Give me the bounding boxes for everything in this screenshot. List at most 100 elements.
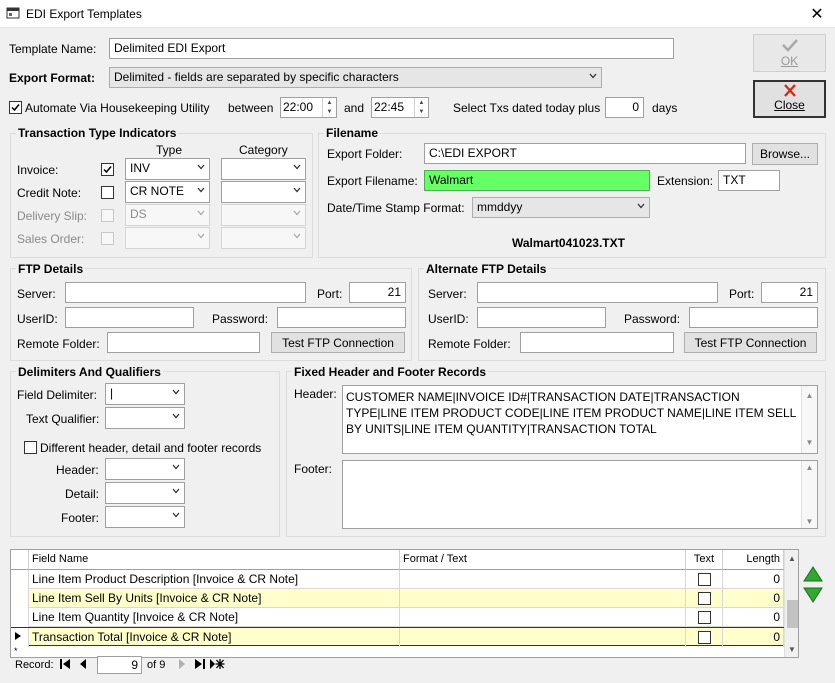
automate-checkbox[interactable]: [9, 101, 22, 114]
sales-order-checkbox[interactable]: [101, 232, 114, 245]
grid-header-format[interactable]: Format / Text: [400, 550, 686, 570]
scroll-down-icon[interactable]: ▼: [785, 645, 798, 654]
extension-input[interactable]: TXT: [718, 170, 780, 191]
scroll-thumb[interactable]: [787, 600, 798, 628]
grid-scrollbar[interactable]: ▲ ▼: [784, 550, 798, 657]
template-name-input[interactable]: Delimited EDI Export: [109, 38, 674, 59]
credit-note-type-select[interactable]: CR NOTE: [125, 181, 210, 203]
credit-note-category-select[interactable]: [221, 181, 306, 203]
scroll-up-icon[interactable]: ▲: [785, 554, 798, 563]
text-checkbox[interactable]: [697, 573, 711, 586]
test-alt-ftp-button[interactable]: Test FTP Connection: [684, 332, 817, 353]
ftp-server-input[interactable]: [65, 282, 306, 303]
alt-ftp-password-input[interactable]: [689, 307, 818, 328]
browse-button[interactable]: Browse...: [752, 143, 818, 165]
sales-order-category-select[interactable]: [221, 227, 306, 249]
delivery-slip-category-select[interactable]: [221, 204, 306, 226]
grid-header-length[interactable]: Length: [723, 550, 784, 570]
ftp-password-input[interactable]: [277, 307, 406, 328]
date-stamp-label: Date/Time Stamp Format:: [327, 201, 465, 215]
move-up-arrow-icon[interactable]: [803, 566, 823, 582]
credit-note-checkbox[interactable]: [101, 186, 114, 199]
table-row[interactable]: Line Item Sell By Units [Invoice & CR No…: [11, 589, 784, 608]
length-cell[interactable]: 0: [723, 608, 784, 627]
text-checkbox[interactable]: [697, 631, 711, 644]
format-cell[interactable]: [400, 608, 686, 627]
row-selector[interactable]: [11, 628, 29, 647]
alt-ftp-remote-folder-input[interactable]: [520, 332, 674, 353]
invoice-type-select[interactable]: INV: [125, 158, 210, 180]
delim-detail-select[interactable]: [105, 482, 185, 504]
field-name-cell[interactable]: Transaction Total [Invoice & CR Note]: [29, 628, 400, 647]
prev-record-icon[interactable]: [78, 658, 88, 673]
new-record-icon[interactable]: [209, 658, 225, 673]
ftp-user-input[interactable]: [65, 307, 194, 328]
alt-ftp-user-input[interactable]: [477, 307, 606, 328]
row-selector[interactable]: [11, 570, 29, 589]
record-number-input[interactable]: 9: [97, 656, 142, 674]
export-format-select[interactable]: Delimited - fields are separated by spec…: [109, 67, 602, 88]
header-scrollbar[interactable]: ▲ ▼: [801, 386, 817, 453]
length-cell[interactable]: 0: [723, 589, 784, 608]
start-time-input[interactable]: 22:00 ▲ ▼: [280, 97, 337, 118]
ok-button[interactable]: OK: [753, 34, 826, 72]
current-row-arrow-icon: [14, 630, 22, 644]
length-cell[interactable]: 0: [723, 570, 784, 589]
start-time-spinner[interactable]: ▲ ▼: [322, 98, 336, 117]
format-cell[interactable]: [400, 589, 686, 608]
alt-ftp-port-input[interactable]: 21: [761, 282, 818, 303]
invoice-category-select[interactable]: [221, 158, 306, 180]
grid-header-field-name[interactable]: Field Name: [29, 550, 400, 570]
format-cell[interactable]: [400, 628, 686, 647]
length-cell[interactable]: 0: [723, 628, 784, 647]
row-selector[interactable]: [11, 589, 29, 608]
text-checkbox[interactable]: [697, 592, 711, 605]
next-record-icon[interactable]: [177, 658, 187, 673]
records-footer-label: Footer:: [294, 462, 333, 476]
test-ftp-button[interactable]: Test FTP Connection: [271, 332, 405, 353]
export-folder-input[interactable]: C:\EDI EXPORT: [424, 143, 746, 164]
window-close-button[interactable]: ✕: [806, 4, 828, 24]
delivery-slip-checkbox[interactable]: [101, 209, 114, 222]
invoice-checkbox[interactable]: [101, 163, 114, 176]
delim-footer-select[interactable]: [105, 506, 185, 528]
sales-order-type-select[interactable]: [125, 227, 210, 249]
date-stamp-select[interactable]: mmddyy: [472, 197, 650, 218]
field-name-cell[interactable]: Line Item Product Description [Invoice &…: [29, 570, 400, 589]
end-time-input[interactable]: 22:45 ▲ ▼: [371, 97, 429, 118]
first-record-icon[interactable]: [59, 658, 73, 673]
format-cell[interactable]: [400, 570, 686, 589]
delivery-slip-type-select[interactable]: DS: [125, 204, 210, 226]
move-down-arrow-icon[interactable]: [803, 587, 823, 603]
chevron-down-icon: [197, 232, 205, 240]
records-footer-textarea[interactable]: ▲ ▼: [342, 460, 818, 529]
invoice-label: Invoice:: [17, 163, 59, 177]
footer-scrollbar[interactable]: ▲ ▼: [801, 461, 817, 528]
grid-header-text[interactable]: Text: [686, 550, 723, 570]
records-header-textarea[interactable]: CUSTOMER NAME|INVOICE ID#|TRANSACTION DA…: [342, 385, 818, 454]
text-checkbox[interactable]: [697, 611, 711, 624]
export-filename-input[interactable]: Walmart: [424, 170, 650, 191]
table-row[interactable]: Line Item Product Description [Invoice &…: [11, 570, 784, 589]
alt-ftp-server-input[interactable]: [477, 282, 718, 303]
delim-header-select[interactable]: [105, 458, 185, 480]
ftp-port-input[interactable]: 21: [349, 282, 406, 303]
row-selector[interactable]: [11, 608, 29, 627]
end-time-spinner[interactable]: ▲ ▼: [414, 98, 428, 117]
delivery-slip-type-value: DS: [130, 207, 147, 221]
table-row-current[interactable]: Transaction Total [Invoice & CR Note] 0: [11, 627, 784, 647]
days-input[interactable]: 0: [605, 97, 644, 118]
field-name-cell[interactable]: Line Item Sell By Units [Invoice & CR No…: [29, 589, 400, 608]
text-cell[interactable]: [686, 589, 723, 608]
close-button[interactable]: Close: [753, 80, 826, 118]
last-record-icon[interactable]: [193, 658, 207, 673]
different-records-checkbox[interactable]: [24, 441, 37, 454]
field-name-cell[interactable]: Line Item Quantity [Invoice & CR Note]: [29, 608, 400, 627]
table-row[interactable]: Line Item Quantity [Invoice & CR Note] 0: [11, 608, 784, 627]
ftp-remote-folder-input[interactable]: [107, 332, 260, 353]
text-cell[interactable]: [686, 628, 723, 647]
text-cell[interactable]: [686, 608, 723, 627]
text-cell[interactable]: [686, 570, 723, 589]
text-qualifier-select[interactable]: [105, 407, 185, 429]
field-delimiter-select[interactable]: |: [105, 383, 185, 405]
